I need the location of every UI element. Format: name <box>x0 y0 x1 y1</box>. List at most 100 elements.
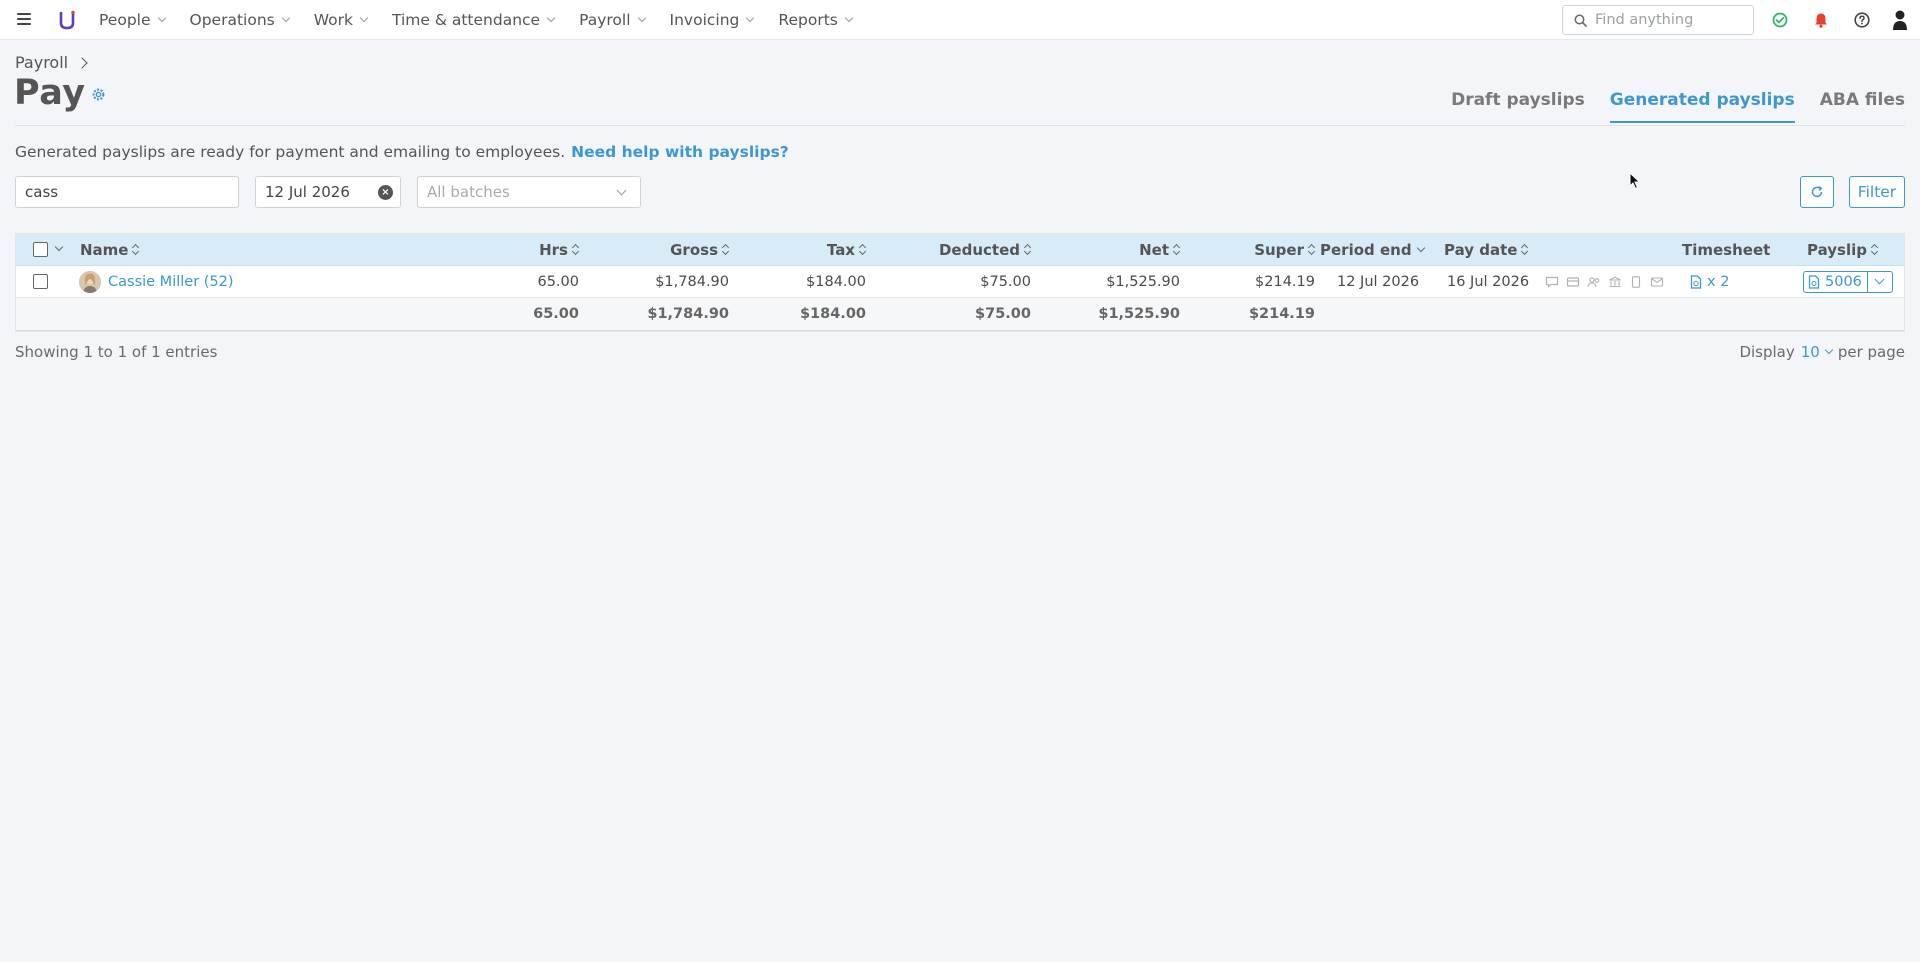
bulk-actions-chevron-icon[interactable] <box>54 242 64 251</box>
gross-cell: $1,784.90 <box>655 273 729 290</box>
col-timesheet: Timesheet <box>1682 234 1770 265</box>
email-icon[interactable] <box>1650 276 1664 288</box>
col-period-end[interactable]: Period end <box>1320 234 1425 265</box>
bank-icon[interactable] <box>1608 276 1622 288</box>
col-pay-date-label: Pay date <box>1444 240 1518 259</box>
col-deducted-label: Deducted <box>938 240 1020 259</box>
chevron-down-icon <box>281 13 290 23</box>
nav-people[interactable]: People <box>99 11 166 29</box>
period-end-cell: 12 Jul 2026 <box>1337 273 1420 290</box>
global-search[interactable] <box>1562 5 1754 35</box>
col-deducted[interactable]: Deducted <box>939 234 1031 265</box>
page-title: Pay <box>14 73 86 113</box>
payslip-split-button: 5006 <box>1803 270 1893 293</box>
timesheet-count-link[interactable]: x 2 <box>1707 274 1729 290</box>
name-search-field[interactable] <box>15 176 239 208</box>
document-icon[interactable] <box>1629 275 1643 288</box>
global-search-input[interactable] <box>1595 12 1745 28</box>
col-name-label: Name <box>80 240 129 259</box>
tab-draft-payslips[interactable]: Draft payslips <box>1451 90 1585 123</box>
payslips-table: Name Hrs Gross Tax Deducted Net Super Pe… <box>15 233 1905 332</box>
col-pay-date[interactable]: Pay date <box>1444 234 1528 265</box>
table-row[interactable]: Cassie Miller (52) 65.00 $1,784.90 $184.… <box>16 266 1904 298</box>
sort-icon <box>1521 244 1528 255</box>
nav-time-attendance[interactable]: Time & attendance <box>392 11 556 29</box>
nav-payroll-label: Payroll <box>579 11 631 29</box>
logo[interactable] <box>58 9 76 31</box>
per-page-control: Display 10 per page <box>1739 343 1905 361</box>
payslip-cell: 5006 <box>1803 266 1893 297</box>
timesheet-document-icon <box>1690 274 1702 289</box>
batch-select[interactable] <box>417 176 641 208</box>
top-navigation-bar: People Operations Work Time & attendance… <box>0 0 1920 40</box>
col-name[interactable]: Name <box>80 234 139 265</box>
chevron-down-icon <box>844 13 854 23</box>
users-icon[interactable] <box>1587 276 1601 288</box>
chevron-down-icon <box>1824 345 1834 355</box>
nav-reports-label: Reports <box>778 11 838 29</box>
nav-operations[interactable]: Operations <box>190 11 290 29</box>
sort-icon <box>1024 244 1031 255</box>
hrs-cell: 65.00 <box>537 273 579 290</box>
payslip-button[interactable]: 5006 <box>1804 272 1867 292</box>
payslip-document-icon <box>1808 274 1820 289</box>
col-tax[interactable]: Tax <box>827 234 866 265</box>
date-input[interactable] <box>256 183 366 201</box>
col-net[interactable]: Net <box>1139 234 1180 265</box>
refresh-button[interactable] <box>1800 176 1834 208</box>
total-gross: $1,784.90 <box>647 306 729 322</box>
payment-icon[interactable] <box>1566 276 1580 288</box>
bell-icon[interactable] <box>1812 11 1830 29</box>
net-cell: $1,525.90 <box>1106 273 1180 290</box>
status-check-icon[interactable] <box>1771 11 1789 29</box>
col-payslip-label: Payslip <box>1807 240 1867 259</box>
payslip-number: 5006 <box>1825 273 1862 290</box>
chevron-down-icon <box>546 13 556 23</box>
nav-payroll[interactable]: Payroll <box>579 11 646 29</box>
totals-row: 65.00 $1,784.90 $184.00 $75.00 $1,525.90… <box>16 298 1904 331</box>
row-checkbox-cell <box>33 266 48 297</box>
batch-select-input[interactable] <box>418 183 598 201</box>
tab-aba-files[interactable]: ABA files <box>1820 90 1905 123</box>
col-payslip[interactable]: Payslip <box>1807 234 1878 265</box>
col-gross[interactable]: Gross <box>670 234 729 265</box>
tabs-divider <box>15 125 1905 126</box>
total-super: $214.19 <box>1248 306 1315 322</box>
total-hrs: 65.00 <box>533 306 579 322</box>
name-search-input[interactable] <box>16 183 238 201</box>
chevron-down-icon <box>1874 274 1885 285</box>
avatar <box>79 270 101 293</box>
col-timesheet-label: Timesheet <box>1682 240 1771 259</box>
col-super[interactable]: Super <box>1254 234 1315 265</box>
tab-generated-payslips[interactable]: Generated payslips <box>1609 90 1795 123</box>
row-checkbox[interactable] <box>33 274 48 289</box>
help-icon[interactable] <box>1853 11 1871 29</box>
clear-date-icon[interactable]: × <box>378 185 393 200</box>
sort-icon <box>1871 244 1878 255</box>
help-payslips-link[interactable]: Need help with payslips? <box>571 143 789 161</box>
timesheet-cell[interactable]: x 2 <box>1690 266 1729 297</box>
filter-button[interactable]: Filter <box>1849 176 1905 208</box>
menu-icon[interactable] <box>17 13 31 25</box>
per-page-select[interactable]: 10 <box>1801 343 1834 361</box>
select-all-checkbox[interactable] <box>33 242 48 257</box>
per-page-label: per page <box>1837 343 1905 361</box>
chevron-down-icon <box>637 13 646 23</box>
date-field[interactable]: × <box>255 176 401 208</box>
nav-invoicing[interactable]: Invoicing <box>670 11 755 29</box>
user-icon[interactable] <box>1891 9 1909 31</box>
sort-icon <box>132 244 139 255</box>
gear-icon[interactable] <box>91 87 106 102</box>
comment-icon[interactable] <box>1545 276 1559 288</box>
search-icon <box>1574 14 1587 27</box>
nav-reports[interactable]: Reports <box>778 11 854 29</box>
col-hrs[interactable]: Hrs <box>539 234 579 265</box>
nav-work-label: Work <box>313 11 353 29</box>
sort-desc-icon <box>1416 243 1425 252</box>
employee-name-link[interactable]: Cassie Miller (52) <box>108 274 234 290</box>
breadcrumb-payroll[interactable]: Payroll <box>15 53 68 72</box>
table-header: Name Hrs Gross Tax Deducted Net Super Pe… <box>16 234 1904 266</box>
payslip-options-toggle[interactable] <box>1866 271 1892 292</box>
nav-work[interactable]: Work <box>313 11 369 29</box>
entries-info: Showing 1 to 1 of 1 entries <box>15 343 218 361</box>
